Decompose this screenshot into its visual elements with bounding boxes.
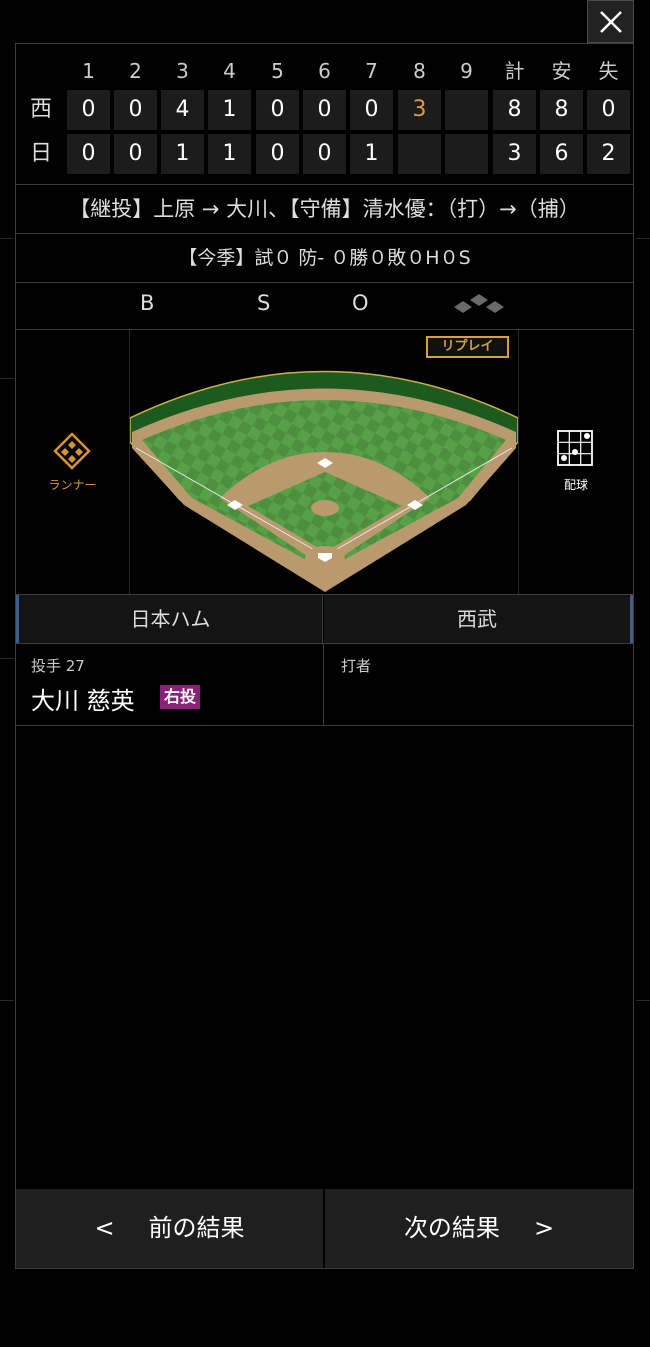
previous-result-label: 前の結果 xyxy=(148,1214,245,1242)
replay-button[interactable]: リプレイ xyxy=(426,336,509,358)
team-score-row: 西 0 0 4 1 0 0 0 3 8 8 0 xyxy=(16,90,633,130)
total-errors: 0 xyxy=(587,90,630,130)
tab-seibu[interactable]: 西武 xyxy=(324,595,633,643)
previous-result-button[interactable]: < 前の結果 xyxy=(16,1189,323,1268)
inning-header: 1 xyxy=(82,59,95,83)
baseball-field-graphic xyxy=(129,370,519,592)
total-hits: 6 xyxy=(540,134,583,174)
field-area: ランナー リプレイ 配球 xyxy=(16,330,633,595)
substitution-text: 【継投】上原 → 大川、【守備】清水優：（打）→（捕） xyxy=(16,185,633,234)
inning-header: 8 xyxy=(413,59,426,83)
team-abbr: 日 xyxy=(29,141,52,166)
batter-role-label: 打者 xyxy=(341,657,372,675)
team-score-row: 日 0 0 1 1 0 0 1 3 6 2 xyxy=(16,134,633,174)
ball-label: B xyxy=(140,291,155,315)
inning-header: 6 xyxy=(318,59,331,83)
inning-header: 7 xyxy=(365,59,378,83)
total-runs: 3 xyxy=(493,134,536,174)
season-stats-text: 【今季】試０ 防- ０勝０敗０H０S xyxy=(16,234,633,283)
inning-score: 0 xyxy=(114,90,157,130)
inning-score: 0 xyxy=(256,134,299,174)
next-result-button[interactable]: 次の結果 > xyxy=(325,1189,633,1268)
inning-score: 0 xyxy=(256,90,299,130)
close-icon xyxy=(599,10,622,33)
team-abbr: 西 xyxy=(29,97,52,122)
pitch-chart-button[interactable]: 配球 xyxy=(519,330,633,594)
total-hits: 8 xyxy=(540,90,583,130)
bg-divider xyxy=(0,238,14,239)
pitch-chart-label: 配球 xyxy=(563,478,588,492)
inning-score xyxy=(445,90,488,130)
inning-score: 4 xyxy=(161,90,204,130)
out-label: O xyxy=(352,291,369,315)
inning-score: 3 xyxy=(398,90,441,130)
count-display: B S O xyxy=(16,280,633,330)
inning-header: 2 xyxy=(129,59,142,83)
inning-score: 1 xyxy=(350,134,393,174)
close-button[interactable] xyxy=(587,0,634,43)
bg-divider xyxy=(0,1000,14,1001)
runner-icon xyxy=(53,432,91,470)
inning-header: 4 xyxy=(223,59,236,83)
inning-score: 0 xyxy=(350,90,393,130)
pitch-chart-icon xyxy=(557,430,593,466)
pitcher-role-label: 投手 27 xyxy=(31,657,85,675)
inning-score: 0 xyxy=(303,134,346,174)
base-runners-icon xyxy=(454,294,504,313)
bg-divider xyxy=(0,378,14,379)
inning-score: 1 xyxy=(208,134,251,174)
inning-score: 0 xyxy=(114,134,157,174)
batter-info: 打者 xyxy=(324,644,633,725)
runner-label: ランナー xyxy=(48,478,97,492)
inning-score: 1 xyxy=(161,134,204,174)
inning-score: 0 xyxy=(67,90,110,130)
inning-score xyxy=(445,134,488,174)
inning-header: 9 xyxy=(460,59,473,83)
inning-header: 5 xyxy=(271,59,284,83)
bg-divider xyxy=(636,238,650,239)
inning-score: 0 xyxy=(303,90,346,130)
inning-score xyxy=(398,134,441,174)
total-errors: 2 xyxy=(587,134,630,174)
game-detail-panel: 1 2 3 4 5 6 7 8 9 計 安 失 西 0 0 4 1 0 0 0 … xyxy=(15,43,634,1269)
throwing-hand-badge: 右投 xyxy=(160,685,201,709)
inning-header: 3 xyxy=(176,59,189,83)
stadium-view: リプレイ xyxy=(129,330,519,594)
inning-score: 0 xyxy=(67,134,110,174)
team-tabs: 日本ハム 西武 xyxy=(16,595,633,644)
errors-header: 失 xyxy=(598,59,619,83)
chevron-right-icon: > xyxy=(533,1214,555,1242)
matchup-info: 投手 27 大川 慈英 右投 打者 xyxy=(16,644,633,726)
runner-button[interactable]: ランナー xyxy=(16,330,130,594)
tab-nippon-ham[interactable]: 日本ハム xyxy=(16,595,323,643)
scoreboard: 1 2 3 4 5 6 7 8 9 計 安 失 西 0 0 4 1 0 0 0 … xyxy=(16,44,633,185)
chevron-left-icon: < xyxy=(94,1214,115,1242)
pitcher-info: 投手 27 大川 慈英 右投 xyxy=(16,644,324,725)
result-navigation: < 前の結果 次の結果 > xyxy=(16,1189,633,1268)
pitcher-name: 大川 慈英 xyxy=(31,687,135,715)
next-result-label: 次の結果 xyxy=(403,1214,500,1242)
strike-label: S xyxy=(257,291,271,315)
inning-score: 1 xyxy=(208,90,251,130)
total-runs: 8 xyxy=(493,90,536,130)
bg-divider xyxy=(636,1000,650,1001)
hits-header: 安 xyxy=(551,59,572,83)
bg-divider xyxy=(0,658,14,659)
total-runs-header: 計 xyxy=(504,59,525,83)
